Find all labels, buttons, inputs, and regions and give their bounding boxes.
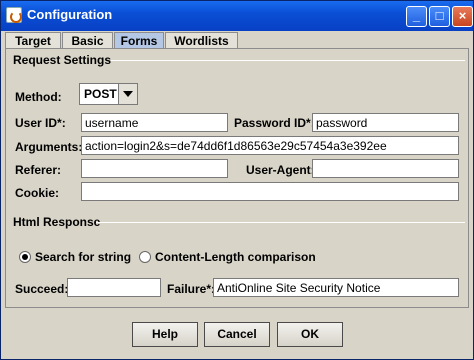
failure-label: Failure*: bbox=[167, 282, 216, 296]
content-length-radio[interactable] bbox=[139, 251, 151, 263]
java-app-icon bbox=[6, 7, 22, 23]
maximize-button[interactable]: □ bbox=[429, 6, 450, 27]
tab-target[interactable]: Target bbox=[5, 32, 61, 49]
content-length-label[interactable]: Content-Length comparison bbox=[155, 250, 316, 264]
cancel-button[interactable]: Cancel bbox=[204, 322, 270, 347]
tab-wordlists[interactable]: Wordlists bbox=[165, 32, 238, 49]
close-button[interactable]: × bbox=[452, 6, 473, 27]
forms-panel bbox=[5, 48, 469, 308]
user-agent-label: User-Agent: bbox=[246, 163, 315, 177]
user-id-field[interactable]: username bbox=[81, 113, 228, 132]
password-id-field[interactable]: password bbox=[312, 113, 459, 132]
help-button[interactable]: Help bbox=[132, 322, 198, 347]
password-id-label: Password ID*: bbox=[234, 116, 315, 130]
tab-basic[interactable]: Basic bbox=[62, 32, 113, 49]
method-value: POST bbox=[84, 87, 117, 101]
search-string-label[interactable]: Search for string bbox=[35, 250, 131, 264]
search-string-radio[interactable] bbox=[19, 251, 31, 263]
arguments-field[interactable]: action=login2&s=de74dd6f1d86563e29c57454… bbox=[81, 136, 459, 155]
referer-field[interactable] bbox=[81, 159, 228, 178]
html-response-label: Html Response bbox=[13, 215, 101, 229]
arguments-label: Arguments: bbox=[15, 140, 83, 154]
minimize-button[interactable]: _ bbox=[406, 6, 427, 27]
chevron-down-icon[interactable] bbox=[118, 84, 137, 104]
title-bar[interactable]: Configuration _ □ × bbox=[1, 1, 473, 31]
cookie-label: Cookie: bbox=[15, 186, 60, 200]
method-label: Method: bbox=[15, 90, 62, 104]
tab-forms[interactable]: Forms bbox=[114, 32, 164, 49]
configuration-window: Configuration _ □ × Target Basic Forms W… bbox=[0, 0, 474, 360]
failure-field[interactable]: AntiOnline Site Security Notice bbox=[213, 278, 459, 297]
html-response-divider bbox=[96, 222, 465, 223]
method-select[interactable]: POST bbox=[79, 83, 138, 105]
succeed-label: Succeed: bbox=[15, 282, 69, 296]
referer-label: Referer: bbox=[15, 163, 62, 177]
request-settings-divider bbox=[111, 60, 465, 61]
user-agent-field[interactable] bbox=[312, 159, 459, 178]
window-title: Configuration bbox=[27, 7, 113, 22]
request-settings-label: Request Settings bbox=[13, 53, 112, 67]
cookie-field[interactable] bbox=[81, 182, 459, 201]
succeed-field[interactable] bbox=[67, 278, 161, 297]
user-id-label: User ID*: bbox=[15, 116, 66, 130]
ok-button[interactable]: OK bbox=[277, 322, 343, 347]
